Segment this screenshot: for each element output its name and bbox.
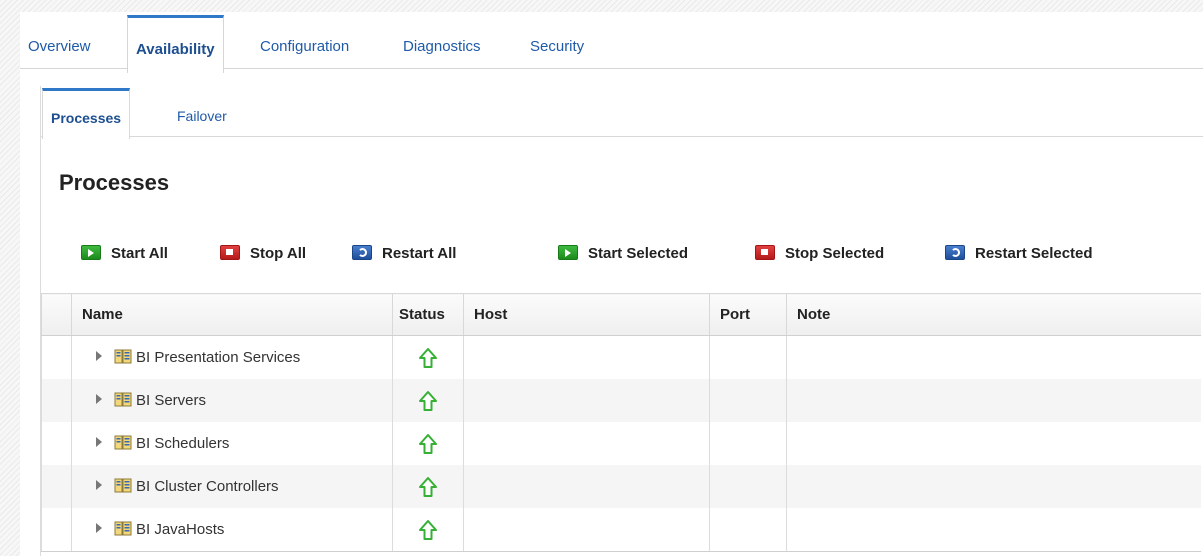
- name-cell: BI Cluster Controllers: [71, 465, 393, 508]
- stop-icon: [755, 245, 775, 260]
- note-cell: [786, 335, 1201, 379]
- table-header-row: Name Status Host Port Note: [41, 293, 1201, 336]
- sub-tab-bar: Processes Failover: [41, 86, 1203, 139]
- column-header-port[interactable]: Port: [709, 293, 787, 336]
- up-arrow-icon: [419, 347, 437, 368]
- expand-icon[interactable]: [96, 480, 102, 490]
- page-title: Processes: [59, 170, 170, 195]
- table-row[interactable]: BI JavaHosts: [41, 508, 1201, 552]
- restart-icon: [945, 245, 965, 260]
- subtab-processes[interactable]: Processes: [42, 88, 131, 139]
- table-row[interactable]: BI Presentation Services: [41, 335, 1201, 379]
- expand-icon[interactable]: [96, 394, 102, 404]
- restart-selected-button[interactable]: Restart Selected: [945, 243, 1093, 265]
- start-all-button[interactable]: Start All: [81, 243, 168, 265]
- stop-all-button[interactable]: Stop All: [220, 243, 306, 265]
- table-row[interactable]: BI Schedulers: [41, 422, 1201, 465]
- tab-overview[interactable]: Overview: [20, 12, 99, 68]
- row-selector[interactable]: [41, 379, 72, 422]
- expand-icon[interactable]: [96, 437, 102, 447]
- start-icon: [81, 245, 101, 260]
- start-selected-button[interactable]: Start Selected: [558, 243, 688, 265]
- note-cell: [786, 508, 1201, 552]
- port-cell: [709, 422, 787, 465]
- expand-icon[interactable]: [96, 523, 102, 533]
- tab-configuration[interactable]: Configuration: [252, 12, 357, 68]
- process-name: BI Cluster Controllers: [136, 478, 279, 495]
- name-cell: BI Schedulers: [71, 422, 393, 465]
- main-tab-bar: Overview Availability Configuration Diag…: [20, 12, 1203, 73]
- name-cell: BI JavaHosts: [71, 508, 393, 552]
- restart-selected-label: Restart Selected: [975, 245, 1093, 262]
- server-group-icon: [114, 392, 132, 407]
- port-cell: [709, 379, 787, 422]
- subtab-failover[interactable]: Failover: [169, 86, 235, 136]
- process-name: BI Schedulers: [136, 435, 230, 452]
- note-cell: [786, 465, 1201, 508]
- host-cell: [463, 508, 710, 552]
- stop-all-label: Stop All: [250, 245, 307, 262]
- restart-all-button[interactable]: Restart All: [352, 243, 456, 265]
- status-cell: [392, 508, 464, 552]
- row-selector[interactable]: [41, 422, 72, 465]
- stop-selected-button[interactable]: Stop Selected: [755, 243, 884, 265]
- server-group-icon: [114, 478, 132, 493]
- column-header-status[interactable]: Status: [392, 293, 464, 336]
- start-all-label: Start All: [111, 245, 168, 262]
- server-group-icon: [114, 435, 132, 450]
- tab-security[interactable]: Security: [522, 12, 592, 68]
- status-cell: [392, 335, 464, 379]
- server-group-icon: [114, 349, 132, 364]
- note-cell: [786, 422, 1201, 465]
- process-name: BI JavaHosts: [136, 521, 225, 538]
- note-cell: [786, 379, 1201, 422]
- name-cell: BI Servers: [71, 379, 393, 422]
- table-row[interactable]: BI Cluster Controllers: [41, 465, 1201, 508]
- up-arrow-icon: [419, 433, 437, 454]
- start-selected-label: Start Selected: [588, 245, 689, 262]
- port-cell: [709, 335, 787, 379]
- status-cell: [392, 465, 464, 508]
- host-cell: [463, 465, 710, 508]
- table-row[interactable]: BI Servers: [41, 379, 1201, 422]
- up-arrow-icon: [419, 519, 437, 540]
- name-cell: BI Presentation Services: [71, 335, 393, 379]
- stop-icon: [220, 245, 240, 260]
- port-cell: [709, 508, 787, 552]
- row-selector[interactable]: [41, 335, 72, 379]
- server-group-icon: [114, 521, 132, 536]
- main-panel: Overview Availability Configuration Diag…: [20, 12, 1203, 556]
- up-arrow-icon: [419, 476, 437, 497]
- stop-selected-label: Stop Selected: [785, 245, 885, 262]
- restart-icon: [352, 245, 372, 260]
- status-cell: [392, 379, 464, 422]
- status-cell: [392, 422, 464, 465]
- row-selector-header: [41, 293, 72, 336]
- expand-icon[interactable]: [96, 351, 102, 361]
- column-header-note[interactable]: Note: [786, 293, 1201, 336]
- column-header-name[interactable]: Name: [71, 293, 393, 336]
- port-cell: [709, 465, 787, 508]
- tab-diagnostics[interactable]: Diagnostics: [395, 12, 489, 68]
- column-header-host[interactable]: Host: [463, 293, 710, 336]
- row-selector[interactable]: [41, 508, 72, 552]
- host-cell: [463, 379, 710, 422]
- processes-panel: Processes Failover Processes Start All S…: [40, 86, 1203, 556]
- row-selector[interactable]: [41, 465, 72, 508]
- process-name: BI Presentation Services: [136, 349, 301, 366]
- process-name: BI Servers: [136, 392, 207, 409]
- host-cell: [463, 335, 710, 379]
- restart-all-label: Restart All: [382, 245, 457, 262]
- host-cell: [463, 422, 710, 465]
- processes-table: Name Status Host Port Note BI Presentati…: [41, 293, 1201, 552]
- start-icon: [558, 245, 578, 260]
- tab-availability[interactable]: Availability: [127, 15, 224, 73]
- up-arrow-icon: [419, 390, 437, 411]
